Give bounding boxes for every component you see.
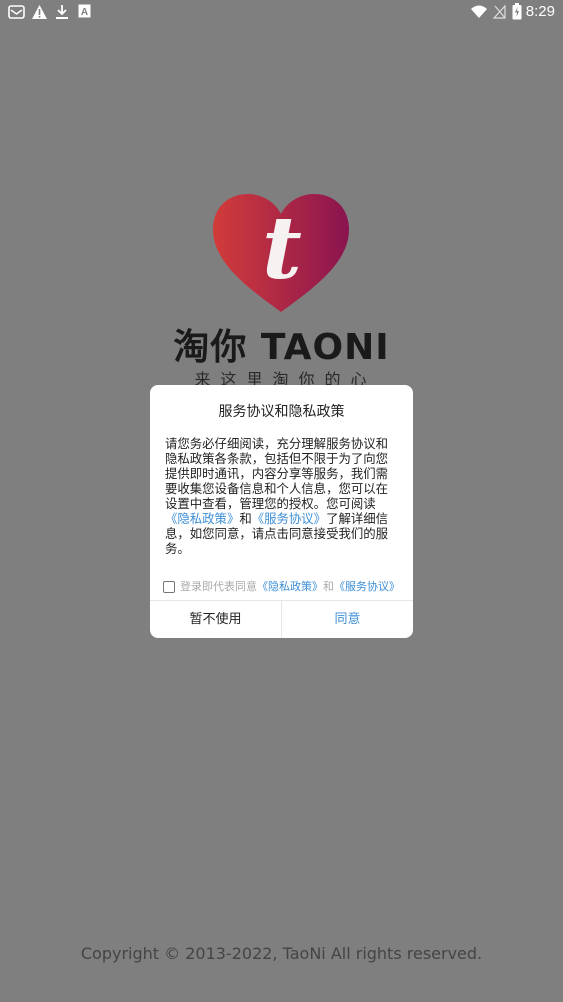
and-text: 和 [239, 511, 252, 526]
brand-name: 淘你 TAONI [173, 327, 390, 368]
dialog-buttons: 暂不使用 同意 [150, 600, 413, 638]
agree-prefix: 登录即代表同意 [180, 580, 257, 593]
agree-privacy-link[interactable]: 《隐私政策》 [257, 580, 323, 593]
logo-letter: t [262, 198, 302, 299]
agree-and: 和 [323, 580, 334, 593]
body-text: 请您务必仔细阅读，充分理解服务协议和隐私政策各条款，包括但不限于为了向您提供即时… [165, 436, 389, 511]
privacy-policy-link[interactable]: 《隐私政策》 [165, 511, 239, 526]
battery-icon [512, 3, 522, 23]
agree-checkbox[interactable] [163, 581, 175, 593]
copyright: Copyright © 2013-2022, TaoNi All rights … [80, 944, 483, 963]
dialog-body: 请您务必仔细阅读，充分理解服务协议和隐私政策各条款，包括但不限于为了向您提供即时… [165, 436, 400, 556]
agree-button[interactable]: 同意 [282, 601, 413, 638]
service-agreement-link[interactable]: 《服务协议》 [252, 511, 326, 526]
svg-text:A: A [81, 7, 88, 18]
dialog-title: 服务协议和隐私政策 [218, 404, 345, 420]
privacy-dialog: 服务协议和隐私政策 请您务必仔细阅读，充分理解服务协议和隐私政策各条款，包括但不… [150, 385, 413, 638]
signal-icon [492, 4, 506, 22]
mail-icon [8, 4, 25, 23]
status-bar: A 8:29 [0, 0, 563, 24]
decline-button[interactable]: 暂不使用 [150, 601, 282, 638]
agree-service-link[interactable]: 《服务协议》 [334, 580, 400, 593]
font-icon: A [78, 4, 91, 21]
clock: 8:29 [525, 3, 555, 20]
wifi-icon [470, 5, 488, 22]
warning-icon [31, 4, 48, 23]
agree-row: 登录即代表同意《隐私政策》和《服务协议》 [163, 578, 408, 594]
download-icon [55, 4, 69, 23]
taoni-heart-logo: t [212, 193, 350, 312]
